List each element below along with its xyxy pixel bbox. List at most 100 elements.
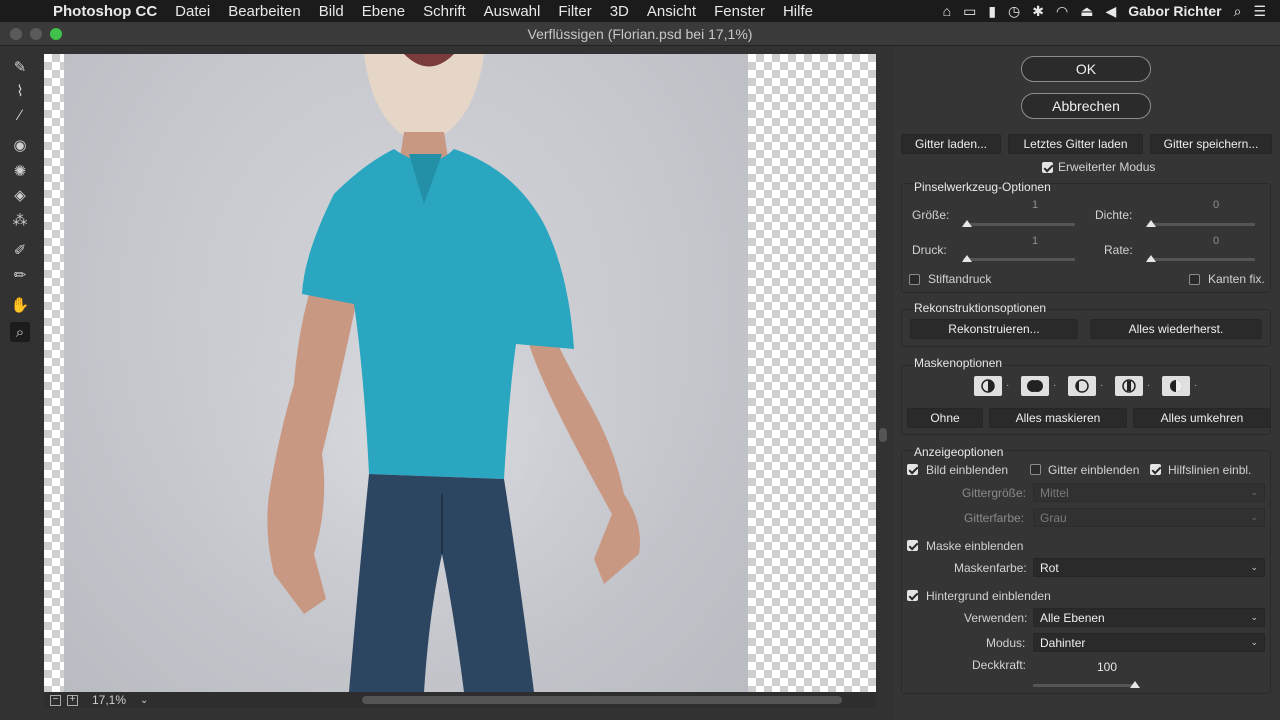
show-mesh-label: Gitter einblenden — [1048, 463, 1140, 477]
use-layers-select[interactable]: Alle Ebenen ⌄ — [1033, 608, 1265, 627]
mesh-size-select[interactable]: Mittel ⌄ — [1033, 483, 1265, 502]
liquify-canvas[interactable] — [44, 54, 876, 692]
show-image-label: Bild einblenden — [926, 463, 1009, 477]
mask-color-select[interactable]: Rot ⌄ — [1033, 558, 1265, 577]
show-backdrop-checkbox[interactable] — [907, 590, 918, 601]
zoom-tool-icon[interactable]: ⌕ — [10, 322, 30, 342]
pressure-label: Druck: — [912, 243, 947, 257]
mesh-color-select[interactable]: Grau ⌄ — [1033, 508, 1265, 527]
size-value[interactable]: 1 — [1020, 199, 1050, 211]
time-machine-icon[interactable]: ◷ — [1008, 3, 1020, 20]
menu-auswahl[interactable]: Auswahl — [475, 3, 550, 20]
bloat-tool-icon[interactable]: ◈ — [10, 185, 30, 205]
density-value[interactable]: 0 — [1201, 199, 1231, 211]
show-image-checkbox[interactable] — [907, 464, 918, 475]
forward-warp-tool-icon[interactable]: ✎ — [10, 57, 30, 77]
add-to-selection-mask-icon[interactable] — [1021, 376, 1049, 396]
show-mesh-checkbox[interactable] — [1030, 464, 1041, 475]
rate-slider-thumb[interactable] — [1146, 255, 1156, 262]
home-icon[interactable]: ⌂ — [943, 3, 951, 19]
menu-schrift[interactable]: Schrift — [414, 3, 475, 20]
zoom-in-button[interactable]: + — [67, 694, 78, 706]
hand-tool-icon[interactable]: ✋ — [10, 295, 30, 315]
opacity-value[interactable]: 100 — [1087, 660, 1127, 674]
battery-icon[interactable]: ▮ — [988, 3, 996, 20]
density-slider-track[interactable] — [1147, 223, 1255, 226]
replace-selection-mask-icon[interactable] — [974, 376, 1002, 396]
show-mask-checkbox[interactable] — [907, 540, 918, 551]
use-layers-value: Alle Ebenen — [1040, 610, 1105, 625]
pressure-slider-track[interactable] — [963, 258, 1075, 261]
ok-button[interactable]: OK — [1021, 56, 1151, 82]
menu-3d[interactable]: 3D — [601, 3, 638, 20]
menu-ansicht[interactable]: Ansicht — [638, 3, 705, 20]
menu-hilfe[interactable]: Hilfe — [774, 3, 822, 20]
menu-fenster[interactable]: Fenster — [705, 3, 774, 20]
pin-edges-checkbox[interactable] — [1189, 274, 1200, 285]
notification-center-icon[interactable]: ☰ — [1253, 3, 1266, 20]
invert-selection-mask-icon[interactable] — [1162, 376, 1190, 396]
display-icon[interactable]: ▭ — [963, 3, 976, 20]
subtract-from-selection-mask-icon[interactable] — [1068, 376, 1096, 396]
invert-all-button[interactable]: Alles umkehren — [1133, 408, 1271, 428]
show-guides-checkbox[interactable] — [1150, 464, 1161, 475]
load-last-mesh-button[interactable]: Letztes Gitter laden — [1008, 134, 1143, 154]
intersect-with-selection-mask-icon[interactable] — [1115, 376, 1143, 396]
menu-ebene[interactable]: Ebene — [353, 3, 414, 20]
horizontal-scrollbar[interactable] — [362, 696, 842, 704]
restore-all-button[interactable]: Alles wiederherst. — [1090, 319, 1262, 339]
eject-icon[interactable]: ⏏ — [1080, 3, 1093, 20]
bluetooth-icon[interactable]: ✱ — [1032, 3, 1044, 20]
spotlight-search-icon[interactable]: ⌕ — [1234, 3, 1242, 20]
mask-all-button[interactable]: Alles maskieren — [989, 408, 1127, 428]
minimize-window-button[interactable] — [30, 28, 42, 40]
rate-value[interactable]: 0 — [1201, 235, 1231, 247]
menu-datei[interactable]: Datei — [166, 3, 219, 20]
vertical-scrollbar[interactable] — [879, 428, 887, 442]
density-slider-thumb[interactable] — [1146, 220, 1156, 227]
opacity-slider-thumb[interactable] — [1130, 681, 1140, 688]
menu-bild[interactable]: Bild — [310, 3, 353, 20]
load-mesh-button[interactable]: Gitter laden... — [901, 134, 1001, 154]
push-left-tool-icon[interactable]: ⁂ — [10, 210, 30, 230]
reconstruct-button[interactable]: Rekonstruieren... — [910, 319, 1078, 339]
wifi-icon[interactable]: ◠ — [1056, 3, 1068, 20]
user-name[interactable]: Gabor Richter — [1128, 3, 1221, 19]
advanced-mode-checkbox[interactable] — [1042, 162, 1053, 173]
save-mesh-button[interactable]: Gitter speichern... — [1150, 134, 1272, 154]
pucker-tool-icon[interactable]: ✺ — [10, 161, 30, 181]
window-controls — [10, 28, 62, 40]
mask-none-button[interactable]: Ohne — [907, 408, 983, 428]
mode-value: Dahinter — [1040, 635, 1086, 650]
zoom-level[interactable]: 17,1% — [92, 693, 126, 707]
mode-select[interactable]: Dahinter ⌄ — [1033, 633, 1265, 652]
photo-preview — [64, 54, 748, 692]
close-window-button[interactable] — [10, 28, 22, 40]
menu-filter[interactable]: Filter — [549, 3, 600, 20]
pressure-slider-thumb[interactable] — [962, 255, 972, 262]
size-slider-track[interactable] — [963, 223, 1075, 226]
cancel-button[interactable]: Abbrechen — [1021, 93, 1151, 119]
chevron-down-icon: ⌄ — [1250, 562, 1258, 572]
chevron-down-icon: ⌄ — [1250, 612, 1258, 622]
thaw-mask-tool-icon[interactable]: ✏ — [10, 265, 30, 285]
pressure-value[interactable]: 1 — [1020, 235, 1050, 247]
freeze-mask-tool-icon[interactable]: ✐ — [10, 240, 30, 260]
rate-slider-track[interactable] — [1147, 258, 1255, 261]
menu-bearbeiten[interactable]: Bearbeiten — [219, 3, 310, 20]
fullscreen-window-button[interactable] — [50, 28, 62, 40]
zoom-dropdown-chevron-icon[interactable]: ⌄ — [140, 695, 148, 706]
opacity-slider-track[interactable] — [1033, 684, 1137, 687]
view-options-title: Anzeigeoptionen — [914, 445, 1004, 459]
volume-icon[interactable]: ◀ — [1105, 3, 1116, 20]
stylus-pressure-checkbox[interactable] — [909, 274, 920, 285]
mask-options-title: Maskenoptionen — [914, 356, 1003, 370]
menu-app[interactable]: Photoshop CC — [44, 3, 166, 20]
advanced-mode-label: Erweiterter Modus — [1058, 160, 1156, 174]
zoom-out-button[interactable]: − — [50, 694, 61, 706]
size-slider-thumb[interactable] — [962, 220, 972, 227]
smooth-tool-icon[interactable]: ∕ — [10, 105, 30, 125]
reconstruct-tool-icon[interactable]: ⌇ — [10, 81, 30, 101]
show-mask-label: Maske einblenden — [926, 539, 1024, 553]
twirl-tool-icon[interactable]: ◉ — [10, 135, 30, 155]
